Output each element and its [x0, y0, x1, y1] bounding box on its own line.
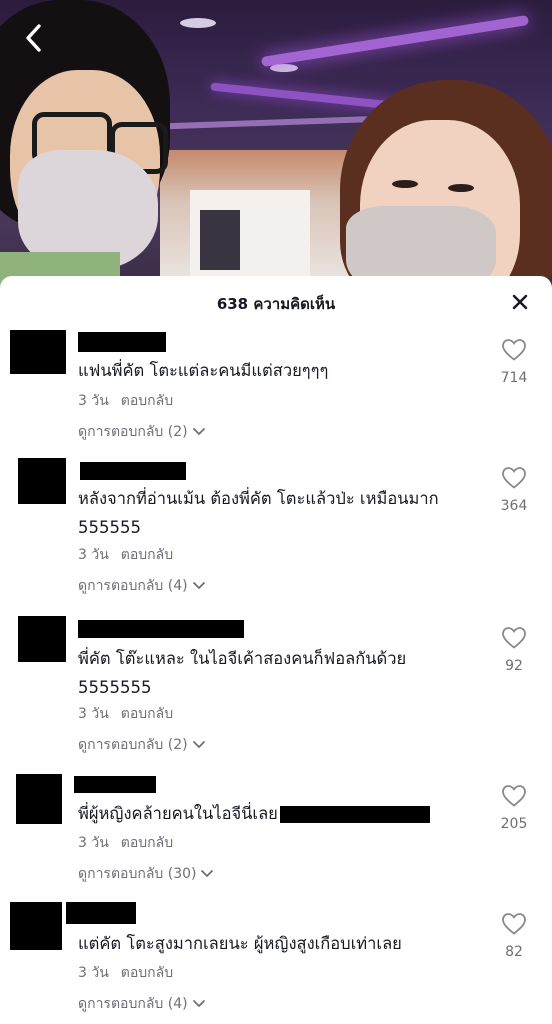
heart-outline-icon — [502, 467, 526, 489]
like-count: 205 — [500, 816, 528, 832]
neon-light-beam — [260, 14, 530, 68]
comment-time: 3 วัน — [78, 706, 109, 722]
view-replies-button[interactable]: ดูการตอบกลับ (2) — [78, 734, 206, 756]
chevron-left-icon — [26, 24, 41, 52]
comment-time: 3 วัน — [78, 835, 109, 851]
comment-meta: 3 วัน ตอบกลับ — [78, 544, 173, 566]
view-replies-label: ดูการตอบกลับ (4) — [78, 996, 188, 1012]
like-button[interactable]: 92 — [492, 626, 536, 674]
comment-text: แต่คัต โตะสูงมากเลยนะ ผู้หญิงสูงเกือบเท่… — [78, 934, 402, 953]
comment-item: หลังจากที่อ่านเม้น ต้องพี่คัต โตะแล้วป่ะ… — [0, 454, 552, 604]
reply-button[interactable]: ตอบกลับ — [121, 835, 173, 851]
username-redacted[interactable] — [78, 620, 244, 638]
close-icon — [512, 294, 528, 310]
chevron-down-icon — [192, 428, 205, 435]
like-button[interactable]: 205 — [492, 784, 536, 832]
avatar[interactable] — [10, 902, 62, 950]
back-button[interactable] — [16, 20, 52, 56]
chevron-down-icon — [192, 741, 205, 748]
view-replies-label: ดูการตอบกลับ (30) — [78, 866, 197, 882]
comments-sheet: 638 ความคิดเห็น แฟนพี่คัต โตะแต่ละคนมีแต… — [0, 276, 552, 1024]
view-replies-button[interactable]: ดูการตอบกลับ (4) — [78, 575, 206, 597]
heart-outline-icon — [502, 627, 526, 649]
redacted-mention — [279, 806, 430, 823]
view-replies-button[interactable]: ดูการตอบกลับ (30) — [78, 863, 214, 885]
reply-button[interactable]: ตอบกลับ — [121, 965, 173, 981]
like-button[interactable]: 364 — [492, 466, 536, 514]
comment-item: พี่ผู้หญิงคล้ายคนในไอจีนี่เลย 3 วัน ตอบกล… — [0, 774, 552, 894]
view-replies-button[interactable]: ดูการตอบกลับ (4) — [78, 993, 206, 1015]
avatar[interactable] — [10, 330, 66, 374]
like-count: 82 — [505, 944, 523, 960]
view-replies-label: ดูการตอบกลับ (2) — [78, 424, 188, 440]
avatar[interactable] — [18, 616, 66, 662]
heart-outline-icon — [502, 913, 526, 935]
comment-meta: 3 วัน ตอบกลับ — [78, 962, 173, 984]
comment-count-title: 638 ความคิดเห็น — [216, 295, 336, 313]
username-redacted[interactable] — [66, 902, 136, 924]
comment-item: แต่คัต โตะสูงมากเลยนะ ผู้หญิงสูงเกือบเท่… — [0, 902, 552, 1024]
heart-outline-icon — [502, 785, 526, 807]
reply-button[interactable]: ตอบกลับ — [121, 706, 173, 722]
avatar[interactable] — [18, 458, 66, 504]
comment-meta: 3 วัน ตอบกลับ — [78, 703, 173, 725]
chevron-down-icon — [192, 582, 205, 589]
username-redacted[interactable] — [74, 776, 156, 793]
comment-time: 3 วัน — [78, 547, 109, 563]
reply-button[interactable]: ตอบกลับ — [121, 393, 173, 409]
like-count: 714 — [500, 370, 528, 386]
sheet-header: 638 ความคิดเห็น — [0, 276, 552, 328]
video-background — [0, 0, 552, 290]
chevron-down-icon — [201, 870, 214, 877]
like-button[interactable]: 82 — [492, 912, 536, 960]
comment-meta: 3 วัน ตอบกลับ — [78, 832, 173, 854]
comment-item: แฟนพี่คัต โตะแต่ละคนมีแต่สวยๆๆๆ 3 วัน ตอบ… — [0, 328, 552, 450]
heart-outline-icon — [502, 339, 526, 361]
avatar[interactable] — [16, 774, 62, 824]
username-redacted[interactable] — [80, 462, 186, 480]
reply-button[interactable]: ตอบกลับ — [121, 547, 173, 563]
close-button[interactable] — [508, 290, 532, 314]
comment-text: พี่ผู้หญิงคล้ายคนในไอจีนี่เลย — [78, 799, 488, 828]
comment-time: 3 วัน — [78, 965, 109, 981]
like-count: 364 — [500, 498, 528, 514]
person-right — [340, 80, 552, 290]
view-replies-label: ดูการตอบกลับ (4) — [78, 578, 188, 594]
comment-text: พี่คัต โต๊ะแหละ ในไอจีเค้าสองคนก็ฟอลกันด… — [78, 649, 407, 697]
username-redacted[interactable] — [78, 332, 166, 352]
view-replies-button[interactable]: ดูการตอบกลับ (2) — [78, 421, 206, 443]
store-front — [160, 150, 360, 280]
like-count: 92 — [505, 658, 523, 674]
comment-time: 3 วัน — [78, 393, 109, 409]
chevron-down-icon — [192, 1000, 205, 1007]
comment-meta: 3 วัน ตอบกลับ — [78, 390, 173, 412]
comment-text: หลังจากที่อ่านเม้น ต้องพี่คัต โตะแล้วป่ะ… — [78, 489, 439, 537]
view-replies-label: ดูการตอบกลับ (2) — [78, 737, 188, 753]
comment-item: พี่คัต โต๊ะแหละ ในไอจีเค้าสองคนก็ฟอลกันด… — [0, 616, 552, 766]
comment-text: แฟนพี่คัต โตะแต่ละคนมีแต่สวยๆๆๆ — [78, 361, 329, 380]
like-button[interactable]: 714 — [492, 338, 536, 386]
